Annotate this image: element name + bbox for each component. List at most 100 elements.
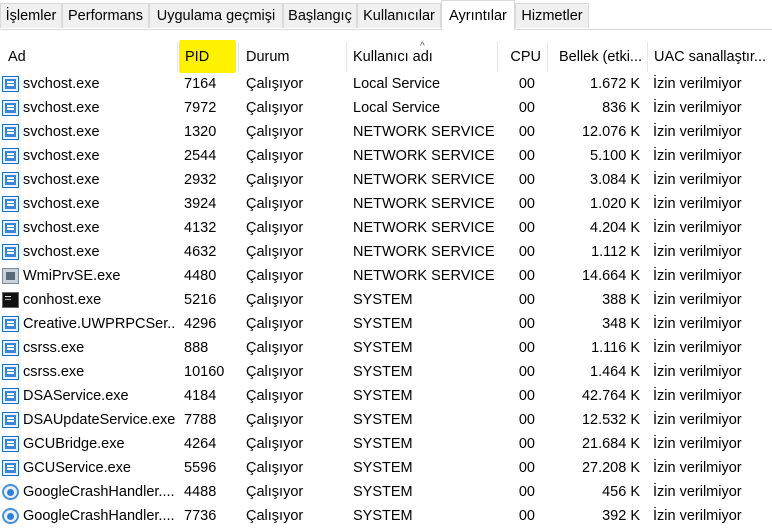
- column-divider[interactable]: [547, 42, 548, 72]
- cell-pid: 1320: [184, 124, 217, 140]
- process-row[interactable]: GoogleCrashHandler.... 7736 Çalışıyor SYSTE…: [0, 504, 772, 528]
- cell-pid: 4296: [184, 316, 217, 332]
- tab-startup[interactable]: Başlangıç: [283, 3, 357, 28]
- process-row[interactable]: GCUBridge.exe 4264 Çalışıyor SYSTEM 00 21.684…: [0, 432, 772, 456]
- tab-services[interactable]: Hizmetler: [515, 3, 589, 28]
- cell-status: Çalışıyor: [246, 244, 304, 260]
- cell-pid: 2932: [184, 172, 217, 188]
- process-row[interactable]: csrss.exe 10160 Çalışıyor SYSTEM 00 1.464 K İz…: [0, 360, 772, 384]
- cell-memory: 836 K: [602, 100, 640, 116]
- cell-cpu: 00: [518, 196, 535, 212]
- cell-name: GoogleCrashHandler....: [23, 484, 175, 500]
- cell-uac: İzin verilmiyor: [653, 460, 742, 476]
- cell-status: Çalışıyor: [246, 100, 304, 116]
- process-row[interactable]: Creative.UWPRPCSer... 4296 Çalışıyor SYSTEM…: [0, 312, 772, 336]
- service-icon: [2, 100, 19, 116]
- cell-pid: 7972: [184, 100, 217, 116]
- column-header-status[interactable]: Durum: [246, 42, 341, 72]
- sort-ascending-icon: ^: [420, 41, 425, 52]
- cell-memory: 1.464 K: [590, 364, 640, 380]
- cell-status: Çalışıyor: [246, 484, 304, 500]
- cell-cpu: 00: [518, 292, 535, 308]
- cell-memory: 1.112 K: [591, 244, 640, 260]
- cell-uac: İzin verilmiyor: [653, 196, 742, 212]
- service-icon: [2, 76, 19, 92]
- column-header-row: Ad PID Durum Kullanıcı adı CPU Bellek (e…: [0, 42, 772, 72]
- process-row[interactable]: conhost.exe 5216 Çalışıyor SYSTEM 00 388 K İzi…: [0, 288, 772, 312]
- process-row[interactable]: svchost.exe 1320 Çalışıyor NETWORK SERVICE 0…: [0, 120, 772, 144]
- cell-pid: 5216: [184, 292, 217, 308]
- cell-memory: 12.532 K: [581, 412, 640, 428]
- cell-uac: İzin verilmiyor: [653, 436, 742, 452]
- cell-username: SYSTEM: [353, 364, 413, 380]
- cell-username: NETWORK SERVICE: [353, 148, 495, 164]
- process-row[interactable]: DSAUpdateService.exe 7788 Çalışıyor SYSTEM 0…: [0, 408, 772, 432]
- column-header-name[interactable]: Ad: [8, 42, 168, 72]
- cell-uac: İzin verilmiyor: [653, 268, 742, 284]
- tab-details[interactable]: Ayrıntılar: [441, 0, 515, 30]
- process-row[interactable]: svchost.exe 3924 Çalışıyor NETWORK SERVICE 0…: [0, 192, 772, 216]
- cell-status: Çalışıyor: [246, 508, 304, 524]
- column-divider[interactable]: [497, 42, 498, 72]
- cell-uac: İzin verilmiyor: [653, 412, 742, 428]
- column-divider[interactable]: [346, 42, 347, 72]
- process-row[interactable]: svchost.exe 4632 Çalışıyor NETWORK SERVICE 0…: [0, 240, 772, 264]
- cell-uac: İzin verilmiyor: [653, 148, 742, 164]
- process-row[interactable]: DSAService.exe 4184 Çalışıyor SYSTEM 00 42.76…: [0, 384, 772, 408]
- cell-memory: 456 K: [602, 484, 640, 500]
- cell-cpu: 00: [518, 124, 535, 140]
- cell-uac: İzin verilmiyor: [653, 76, 742, 92]
- cell-uac: İzin verilmiyor: [653, 388, 742, 404]
- process-row[interactable]: svchost.exe 7972 Çalışıyor Local Service 00 8…: [0, 96, 772, 120]
- column-header-uac[interactable]: UAC sanallaştır...: [654, 42, 770, 72]
- cell-memory: 4.204 K: [590, 220, 640, 236]
- process-row[interactable]: svchost.exe 2932 Çalışıyor NETWORK SERVICE 0…: [0, 168, 772, 192]
- process-row[interactable]: svchost.exe 4132 Çalışıyor NETWORK SERVICE 0…: [0, 216, 772, 240]
- process-list: svchost.exe 7164 Çalışıyor Local Service 00 1…: [0, 72, 772, 528]
- cell-username: SYSTEM: [353, 292, 413, 308]
- cell-status: Çalışıyor: [246, 436, 304, 452]
- process-row[interactable]: svchost.exe 2544 Çalışıyor NETWORK SERVICE 0…: [0, 144, 772, 168]
- cell-name: GCUBridge.exe: [23, 436, 125, 452]
- column-divider[interactable]: [647, 42, 648, 72]
- cell-username: SYSTEM: [353, 484, 413, 500]
- cell-name: svchost.exe: [23, 148, 100, 164]
- cell-status: Çalışıyor: [246, 220, 304, 236]
- process-row[interactable]: GCUService.exe 5596 Çalışıyor SYSTEM 00 27.20…: [0, 456, 772, 480]
- cell-status: Çalışıyor: [246, 364, 304, 380]
- cell-username: SYSTEM: [353, 340, 413, 356]
- cell-cpu: 00: [518, 460, 535, 476]
- cell-uac: İzin verilmiyor: [653, 508, 742, 524]
- column-header-memory[interactable]: Bellek (etki...: [559, 42, 645, 72]
- service-icon: [2, 148, 19, 164]
- cell-uac: İzin verilmiyor: [653, 244, 742, 260]
- cell-status: Çalışıyor: [246, 196, 304, 212]
- cell-name: svchost.exe: [23, 196, 100, 212]
- process-row[interactable]: csrss.exe 888 Çalışıyor SYSTEM 00 1.116 K İzin…: [0, 336, 772, 360]
- tab-app-history[interactable]: Uygulama geçmişi: [149, 3, 283, 28]
- service-icon: [2, 436, 19, 452]
- cell-uac: İzin verilmiyor: [653, 316, 742, 332]
- column-header-pid[interactable]: PID: [185, 42, 235, 72]
- cell-status: Çalışıyor: [246, 292, 304, 308]
- cell-memory: 1.116 K: [591, 340, 640, 356]
- column-divider[interactable]: [238, 42, 239, 72]
- process-row[interactable]: WmiPrvSE.exe 4480 Çalışıyor NETWORK SERVICE…: [0, 264, 772, 288]
- cell-username: SYSTEM: [353, 388, 413, 404]
- service-icon: [2, 172, 19, 188]
- process-row[interactable]: GoogleCrashHandler.... 4488 Çalışıyor SYSTE…: [0, 480, 772, 504]
- cell-memory: 12.076 K: [581, 124, 640, 140]
- column-header-cpu[interactable]: CPU: [500, 42, 541, 72]
- column-divider[interactable]: [177, 42, 178, 72]
- cell-pid: 7164: [184, 76, 217, 92]
- cell-uac: İzin verilmiyor: [653, 484, 742, 500]
- tab-processes[interactable]: İşlemler: [0, 3, 62, 28]
- cell-pid: 2544: [184, 148, 217, 164]
- cell-status: Çalışıyor: [246, 412, 304, 428]
- process-row[interactable]: svchost.exe 7164 Çalışıyor Local Service 00 1…: [0, 72, 772, 96]
- cell-pid: 3924: [184, 196, 217, 212]
- tab-performance[interactable]: Performans: [62, 3, 149, 28]
- cell-name: svchost.exe: [23, 244, 100, 260]
- cell-memory: 3.084 K: [590, 172, 640, 188]
- tab-users[interactable]: Kullanıcılar: [357, 3, 441, 28]
